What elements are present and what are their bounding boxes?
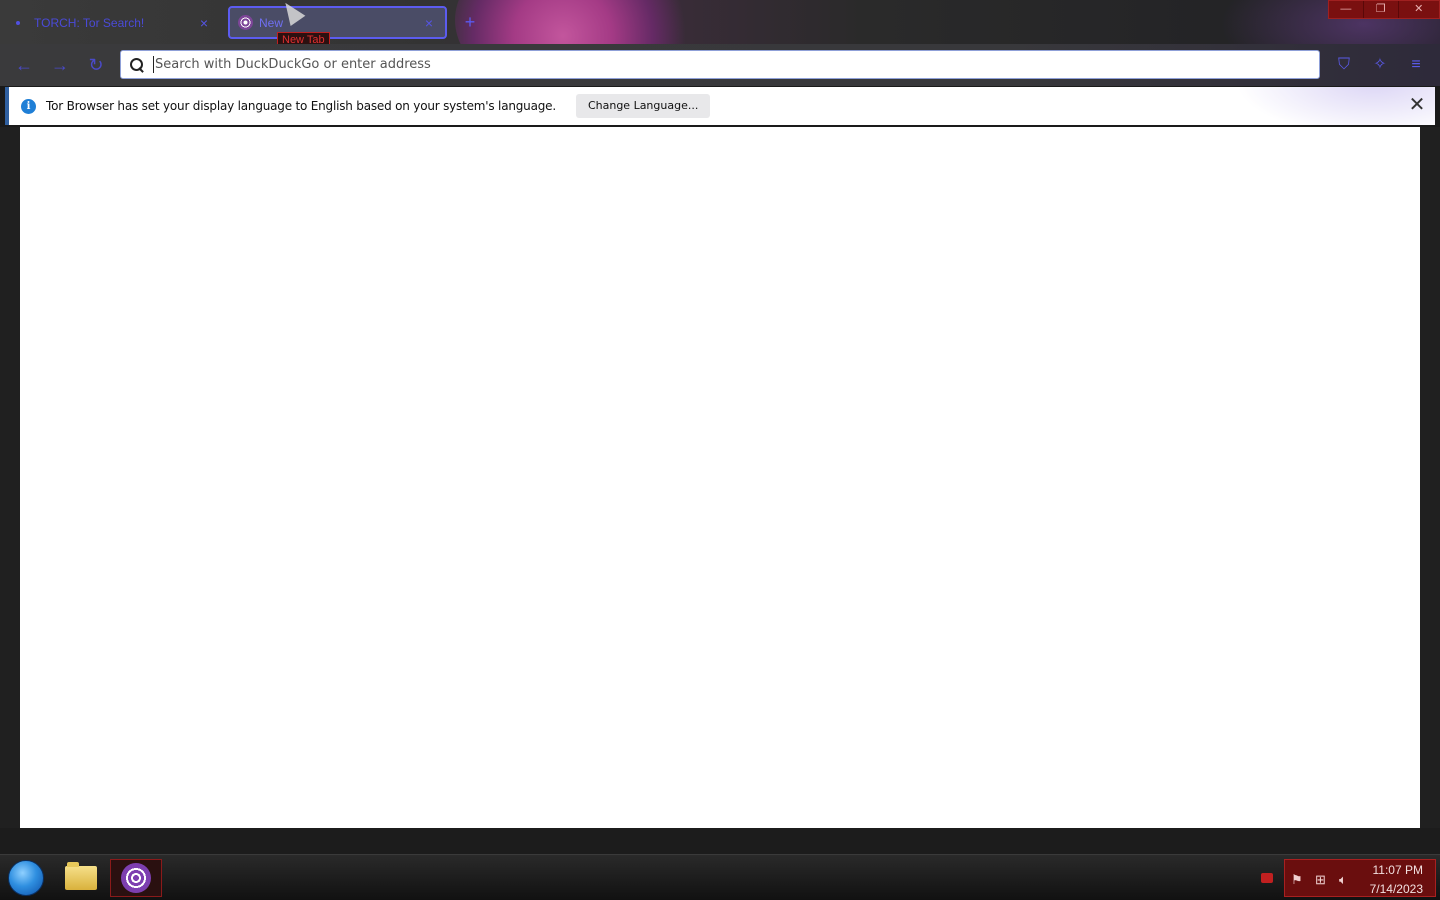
tray-notification-icon[interactable] — [1261, 873, 1273, 883]
tab-strip: TORCH: Tor Search! × New × + — ❐ ✕ — [0, 0, 1440, 44]
window-border-bottom — [0, 828, 1440, 854]
volume-icon[interactable]: 🔈︎ — [1339, 872, 1347, 888]
close-tab-icon[interactable]: × — [421, 15, 437, 31]
info-icon: i — [21, 98, 36, 114]
navigation-toolbar: ← → ↻ ⛉ ✧ ≡ — [0, 44, 1440, 86]
change-language-button[interactable]: Change Language... — [575, 94, 711, 118]
tab-new-tab[interactable]: New × — [228, 6, 447, 39]
search-icon — [129, 57, 145, 73]
system-tray: ⚑ ⊞ 🔈︎ 11:07 PM 7/14/2023 — [1284, 859, 1436, 897]
tor-favicon-icon — [238, 15, 253, 30]
background-nebula — [455, 0, 695, 44]
close-notification-icon[interactable]: ✕ — [1407, 95, 1427, 115]
forward-arrow-icon[interactable]: → — [48, 53, 72, 77]
clock-time[interactable]: 11:07 PM — [1373, 863, 1423, 877]
shield-icon[interactable]: ⛉ — [1332, 53, 1356, 77]
back-arrow-icon[interactable]: ← — [12, 53, 36, 77]
taskbar: ⚑ ⊞ 🔈︎ 11:07 PM 7/14/2023 — [0, 854, 1440, 900]
tab-label: TORCH: Tor Search! — [34, 15, 145, 30]
clock-date[interactable]: 7/14/2023 — [1370, 882, 1423, 896]
search-input[interactable] — [153, 56, 1319, 73]
file-explorer-taskbar-button[interactable] — [55, 859, 107, 897]
tor-browser-icon — [121, 863, 151, 893]
notification-message: Tor Browser has set your display languag… — [46, 99, 556, 113]
close-tab-icon[interactable]: × — [196, 15, 212, 31]
tab-torch-search[interactable]: TORCH: Tor Search! × — [4, 6, 220, 39]
extensions-icon[interactable]: ✧ — [1368, 53, 1392, 77]
tab-favicon-icon — [16, 20, 20, 25]
minimize-icon[interactable]: — — [1329, 1, 1364, 18]
tor-browser-taskbar-button[interactable] — [110, 859, 162, 897]
network-icon[interactable]: ⊞ — [1315, 872, 1326, 888]
address-bar[interactable] — [120, 50, 1320, 79]
reload-icon[interactable]: ↻ — [84, 53, 108, 77]
language-notification-bar: i Tor Browser has set your display langu… — [5, 87, 1435, 125]
maximize-icon[interactable]: ❐ — [1364, 1, 1399, 18]
background-scribble — [1235, 87, 1435, 125]
close-window-icon[interactable]: ✕ — [1399, 1, 1440, 18]
window-border-right — [1420, 127, 1440, 828]
folder-icon — [65, 862, 97, 890]
page-content[interactable] — [20, 127, 1420, 828]
new-tab-button[interactable]: + — [460, 12, 480, 32]
window-controls: — ❐ ✕ — [1328, 0, 1440, 19]
menu-hamburger-icon[interactable]: ≡ — [1404, 53, 1428, 77]
window-border-left — [0, 127, 20, 828]
start-button-icon[interactable] — [8, 860, 44, 896]
tab-label: New — [259, 15, 284, 30]
action-center-flag-icon[interactable]: ⚑ — [1291, 872, 1303, 888]
